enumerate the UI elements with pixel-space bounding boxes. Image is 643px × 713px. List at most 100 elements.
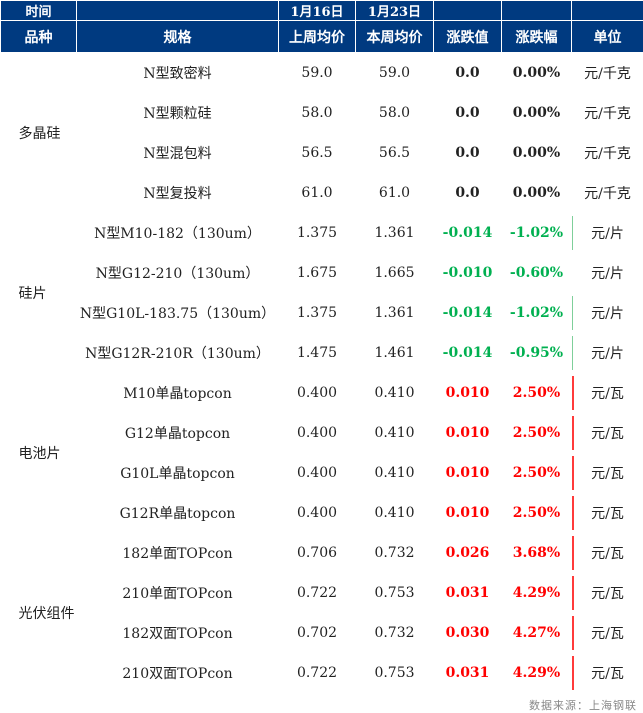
col-category: 品种 xyxy=(0,20,77,53)
unit-cell: 元/瓦 xyxy=(571,373,643,413)
unit-cell: 元/千克 xyxy=(572,93,643,133)
spec-cell: G10L单晶topcon xyxy=(120,466,235,482)
spec-cell: M10单晶topcon xyxy=(123,386,232,402)
spec-cell: 182单面TOPcon xyxy=(122,546,233,562)
data-bar xyxy=(571,296,573,330)
category-cell: 光伏组件 xyxy=(18,606,75,622)
unit-cell: 元/片 xyxy=(571,293,643,333)
spec-cell: 210双面TOPcon xyxy=(122,666,233,682)
curr-price-cell: 56.5 xyxy=(378,145,411,161)
change-cell: 0.0 xyxy=(455,145,480,161)
table-row: 电池片 M10单晶topcon 0.400 0.410 0.010 2.50% 元/瓦 xyxy=(1,373,643,462)
header-row-columns: 品种 规格 上周均价 本周均价 涨跌值 涨跌幅 单位 xyxy=(0,20,643,53)
col-spec: 规格 xyxy=(76,20,279,53)
spec-cell: N型G12-210（130um） xyxy=(95,266,260,282)
change-cell: -0.014 xyxy=(442,225,493,241)
curr-price-cell: 58.0 xyxy=(378,105,411,121)
prev-price-cell: 0.400 xyxy=(296,465,338,481)
curr-price-cell: 59.0 xyxy=(378,65,411,81)
pct-cell: 2.50% xyxy=(512,465,561,481)
header-blank xyxy=(76,0,279,21)
unit-text: 元/瓦 xyxy=(591,466,624,482)
data-bar xyxy=(571,216,573,250)
table-row: N型G12-210（130um） 1.675 1.665 -0.010 -0.60% 元/… xyxy=(1,253,643,293)
unit-text: 元/千克 xyxy=(584,66,631,82)
pct-cell: 4.27% xyxy=(512,625,561,641)
table-row: N型混包料 56.5 56.5 0.0 0.00% 元/千克 xyxy=(1,133,643,173)
unit-cell: 元/瓦 xyxy=(571,493,643,533)
pct-cell: -0.60% xyxy=(509,265,564,281)
time-label: 时间 xyxy=(0,0,77,21)
spec-cell: N型颗粒硅 xyxy=(143,106,212,122)
change-cell: 0.010 xyxy=(445,385,490,401)
table-row: N型G10L-183.75（130um） 1.375 1.361 -0.014 -1.0… xyxy=(1,293,643,333)
curr-price-cell: 0.410 xyxy=(374,425,415,441)
spec-cell: N型M10-182（130um） xyxy=(94,226,261,242)
pct-cell: 0.00% xyxy=(512,105,561,121)
table-row: 多晶硅 N型致密料 59.0 59.0 0.0 0.00% 元/千克 xyxy=(1,53,643,142)
date-curr: 1月23日 xyxy=(355,0,434,21)
change-cell: 0.0 xyxy=(455,105,480,121)
curr-price-cell: 0.753 xyxy=(374,585,415,601)
prev-price-cell: 61.0 xyxy=(301,185,333,201)
pct-cell: 2.50% xyxy=(512,385,561,401)
col-prev: 上周均价 xyxy=(278,20,356,53)
pct-cell: 0.00% xyxy=(512,145,561,161)
category-cell: 电池片 xyxy=(18,446,61,462)
prev-price-cell: 0.706 xyxy=(296,545,338,561)
spec-cell: G12单晶topcon xyxy=(124,426,231,442)
curr-price-cell: 0.753 xyxy=(374,665,415,681)
data-bar xyxy=(571,616,574,650)
data-bar xyxy=(571,656,574,690)
unit-text: 元/瓦 xyxy=(591,426,624,442)
curr-price-cell: 0.410 xyxy=(374,505,415,521)
table-row: G12单晶topcon 0.400 0.410 0.010 2.50% 元/瓦 xyxy=(1,413,643,453)
unit-text: 元/千克 xyxy=(584,146,631,162)
spec-cell: N型复投料 xyxy=(143,186,212,202)
table-row: G12R单晶topcon 0.400 0.410 0.010 2.50% 元/瓦 xyxy=(1,493,643,533)
price-table: 时间 1月16日 1月23日 品种 规格 上周均价 本周均价 涨跌值 涨跌幅 单… xyxy=(0,0,643,693)
unit-text: 元/瓦 xyxy=(591,546,624,562)
change-cell: 0.010 xyxy=(445,425,490,441)
table-row: 182双面TOPcon 0.702 0.732 0.030 4.27% 元/瓦 xyxy=(1,613,643,653)
unit-cell: 元/千克 xyxy=(572,173,643,213)
header-blank xyxy=(571,0,643,21)
unit-cell: 元/片 xyxy=(571,333,643,373)
col-change: 涨跌值 xyxy=(433,20,502,53)
unit-cell: 元/片 xyxy=(572,253,643,293)
prev-price-cell: 1.475 xyxy=(296,345,338,361)
prev-price-cell: 1.375 xyxy=(296,225,338,241)
unit-cell: 元/瓦 xyxy=(571,613,643,653)
curr-price-cell: 1.361 xyxy=(374,225,415,241)
col-curr: 本周均价 xyxy=(355,20,434,53)
table-row: N型复投料 61.0 61.0 0.0 0.00% 元/千克 xyxy=(1,173,643,213)
change-cell: -0.014 xyxy=(442,345,493,361)
curr-price-cell: 0.732 xyxy=(374,545,415,561)
table-row: N型颗粒硅 58.0 58.0 0.0 0.00% 元/千克 xyxy=(1,93,643,133)
unit-cell: 元/千克 xyxy=(572,53,643,94)
unit-text: 元/瓦 xyxy=(591,386,624,402)
data-bar xyxy=(571,416,574,450)
data-bar xyxy=(571,496,574,530)
change-cell: -0.010 xyxy=(442,265,493,281)
pct-cell: 4.29% xyxy=(512,665,561,681)
curr-price-cell: 0.410 xyxy=(374,465,415,481)
data-bar xyxy=(571,336,573,370)
date-prev: 1月16日 xyxy=(278,0,356,21)
table-row: 硅片 N型M10-182（130um） 1.375 1.361 -0.014 -1.02%… xyxy=(1,213,643,302)
change-cell: 0.030 xyxy=(445,625,490,641)
change-cell: 0.010 xyxy=(445,465,490,481)
col-pct: 涨跌幅 xyxy=(501,20,572,53)
data-bar xyxy=(571,456,574,490)
prev-price-cell: 0.400 xyxy=(296,425,338,441)
unit-text: 元/片 xyxy=(591,226,624,242)
pct-cell: 2.50% xyxy=(512,505,561,521)
pct-cell: 0.00% xyxy=(512,185,561,201)
spec-cell: G12R单晶topcon xyxy=(119,506,236,522)
prev-price-cell: 56.5 xyxy=(301,145,333,161)
prev-price-cell: 0.722 xyxy=(296,665,338,681)
unit-text: 元/瓦 xyxy=(591,506,624,522)
table-row: 210单面TOPcon 0.722 0.753 0.031 4.29% 元/瓦 xyxy=(1,573,643,613)
unit-text: 元/片 xyxy=(591,266,624,282)
change-cell: 0.031 xyxy=(445,585,490,601)
